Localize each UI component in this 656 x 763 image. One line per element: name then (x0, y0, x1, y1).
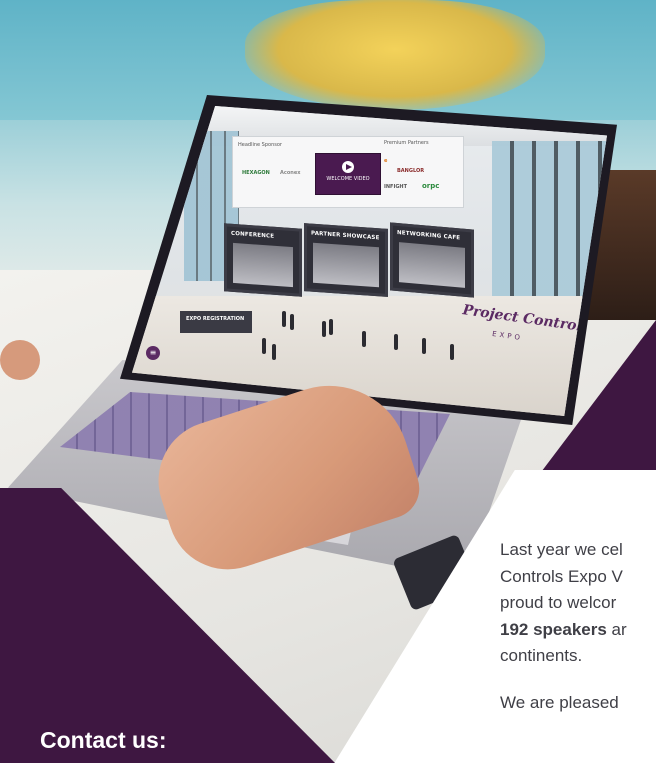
contact-heading: Contact us: (40, 727, 167, 753)
sponsor-logo-hexagon[interactable]: HEXAGON (242, 170, 270, 176)
welcome-video-label: WELCOME VIDEO (326, 176, 370, 182)
intro-paragraph: Last year we cel Controls Expo V proud t… (500, 537, 656, 716)
avatar (329, 319, 333, 335)
left-hand (0, 340, 40, 380)
yellow-pillow (245, 0, 545, 110)
avatar (282, 311, 286, 327)
intro-line-4-rest: ar (606, 619, 627, 639)
registration-label: EXPO REGISTRATION (186, 316, 245, 322)
avatar (272, 344, 276, 360)
registration-desk[interactable]: EXPO REGISTRATION (180, 311, 252, 333)
virtual-expo-lobby: Headline Sponsor Premium Partners WELCOM… (132, 106, 607, 416)
sponsor-logo-2[interactable]: Aconex (280, 170, 300, 176)
partner-logo-1[interactable]: e (384, 158, 387, 164)
sponsor-label-left: Headline Sponsor (238, 142, 282, 148)
play-icon (342, 161, 354, 173)
conference-booth[interactable]: CONFERENCE (224, 223, 302, 297)
avatar (394, 334, 398, 350)
avatar (290, 314, 294, 330)
avatar (362, 331, 366, 347)
avatar (450, 344, 454, 360)
intro-line-5: continents. (500, 646, 583, 665)
intro-line-6: We are pleased (500, 692, 619, 712)
conference-label: CONFERENCE (231, 230, 275, 240)
partner-logo-infight[interactable]: INFIGHT (384, 184, 407, 190)
speakers-count: 192 speakers (500, 619, 607, 639)
intro-line-4: 192 speakers ar (500, 617, 656, 644)
partner-logo-rpc[interactable]: orpc (422, 182, 439, 190)
avatar (322, 321, 326, 337)
intro-line-2: Controls Expo V (500, 566, 623, 586)
partner-showcase-label: PARTNER SHOWCASE (311, 230, 380, 242)
promo-page: Headline Sponsor Premium Partners WELCOM… (0, 0, 656, 763)
partner-showcase-booth[interactable]: PARTNER SHOWCASE (304, 223, 388, 297)
avatar (262, 338, 266, 354)
networking-cafe-label: NETWORKING CAFE (397, 229, 461, 242)
sponsor-label-right: Premium Partners (384, 140, 429, 146)
networking-cafe-booth[interactable]: NETWORKING CAFE (390, 222, 474, 298)
intro-line-3: proud to welcor (500, 593, 617, 612)
menu-icon[interactable]: ≡ (146, 346, 160, 360)
avatar (422, 338, 426, 354)
welcome-video-button[interactable]: WELCOME VIDEO (315, 153, 381, 195)
intro-line-1: Last year we cel (500, 540, 623, 559)
partner-logo-2[interactable]: BANGLOR (397, 168, 424, 174)
